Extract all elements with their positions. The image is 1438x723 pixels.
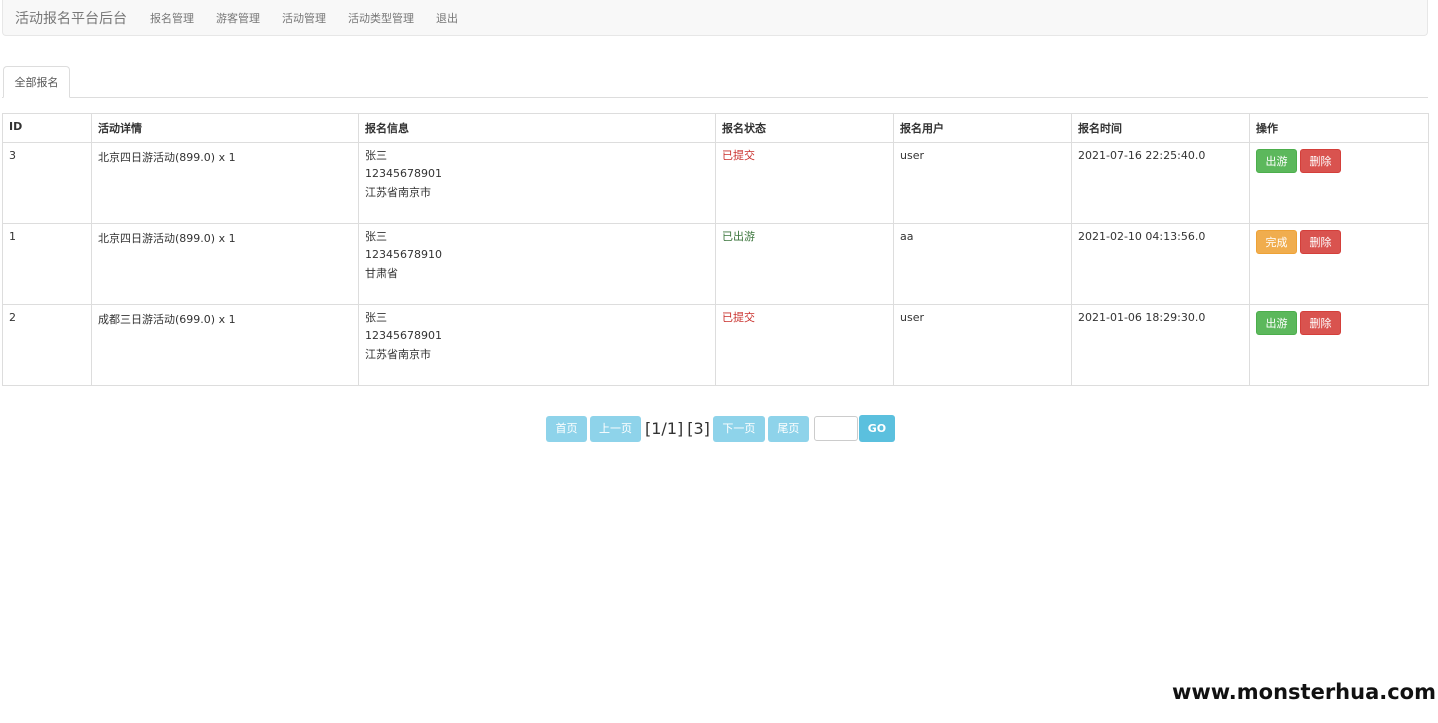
header-info: 报名信息 <box>358 113 716 143</box>
cell-status: 已提交 <box>715 142 894 224</box>
cell-info: 张三 12345678901 江苏省南京市 <box>358 142 716 224</box>
first-page-button[interactable]: 首页 <box>546 415 587 442</box>
nav-item-registration[interactable]: 报名管理 <box>150 10 194 26</box>
brand-title[interactable]: 活动报名平台后台 <box>3 8 127 28</box>
total-count: [3] <box>687 419 710 438</box>
cell-user: user <box>893 142 1072 224</box>
nav-item-activity-types[interactable]: 活动类型管理 <box>348 10 414 26</box>
cell-user: aa <box>893 223 1072 305</box>
cell-activity: 北京四日游活动(899.0) x 1 <box>91 142 359 224</box>
next-page-button[interactable]: 下一页 <box>712 415 765 442</box>
delete-button[interactable]: 删除 <box>1300 311 1341 335</box>
watermark: www.monsterhua.com <box>1171 680 1436 704</box>
table-row: 1 北京四日游活动(899.0) x 1 张三 12345678910 甘肃省 … <box>2 223 1429 305</box>
cell-time: 2021-07-16 22:25:40.0 <box>1071 142 1250 224</box>
table-header-row: ID 活动详情 报名信息 报名状态 报名用户 报名时间 操作 <box>2 113 1429 143</box>
info-phone: 12345678910 <box>365 248 442 261</box>
cell-time: 2021-01-06 18:29:30.0 <box>1071 304 1250 386</box>
nav-item-visitors[interactable]: 游客管理 <box>216 10 260 26</box>
cell-actions: 出游 删除 <box>1249 142 1429 224</box>
header-user: 报名用户 <box>893 113 1072 143</box>
cell-status: 已出游 <box>715 223 894 305</box>
tab-bar: 全部报名 <box>2 66 1428 98</box>
cell-id: 1 <box>2 223 92 305</box>
depart-button[interactable]: 出游 <box>1256 311 1297 335</box>
cell-id: 2 <box>2 304 92 386</box>
cell-actions: 出游 删除 <box>1249 304 1429 386</box>
cell-status: 已提交 <box>715 304 894 386</box>
prev-page-button[interactable]: 上一页 <box>590 415 641 442</box>
cell-activity: 北京四日游活动(899.0) x 1 <box>91 223 359 305</box>
nav-item-activities[interactable]: 活动管理 <box>282 10 326 26</box>
registration-table: ID 活动详情 报名信息 报名状态 报名用户 报名时间 操作 3 北京四日游活动… <box>2 113 1429 386</box>
header-actions: 操作 <box>1249 113 1429 143</box>
last-page-button[interactable]: 尾页 <box>767 415 809 442</box>
cell-time: 2021-02-10 04:13:56.0 <box>1071 223 1250 305</box>
table-row: 2 成都三日游活动(699.0) x 1 张三 12345678901 江苏省南… <box>2 304 1429 386</box>
info-name: 张三 <box>365 149 387 162</box>
delete-button[interactable]: 删除 <box>1300 149 1341 173</box>
go-button[interactable]: GO <box>858 415 895 442</box>
info-address: 甘肃省 <box>365 266 398 280</box>
nav-item-logout[interactable]: 退出 <box>436 10 458 26</box>
info-phone: 12345678901 <box>365 167 442 180</box>
cell-id: 3 <box>2 142 92 224</box>
info-address: 江苏省南京市 <box>365 347 431 361</box>
status-badge: 已出游 <box>722 230 755 243</box>
complete-button[interactable]: 完成 <box>1256 230 1297 254</box>
cell-info: 张三 12345678901 江苏省南京市 <box>358 304 716 386</box>
header-time: 报名时间 <box>1071 113 1250 143</box>
page-info: [1/1] <box>645 419 684 438</box>
pagination: 首页 上一页 [1/1] [3] 下一页 尾页 GO <box>546 415 895 442</box>
cell-activity: 成都三日游活动(699.0) x 1 <box>91 304 359 386</box>
info-name: 张三 <box>365 311 387 324</box>
top-navbar: 活动报名平台后台 报名管理 游客管理 活动管理 活动类型管理 退出 <box>2 0 1428 36</box>
status-badge: 已提交 <box>722 311 755 324</box>
header-id: ID <box>2 113 92 143</box>
header-status: 报名状态 <box>715 113 894 143</box>
cell-actions: 完成 删除 <box>1249 223 1429 305</box>
page-number-input[interactable] <box>813 416 858 441</box>
tab-all-registrations[interactable]: 全部报名 <box>3 66 70 98</box>
depart-button[interactable]: 出游 <box>1256 149 1297 173</box>
info-phone: 12345678901 <box>365 329 442 342</box>
status-badge: 已提交 <box>722 149 755 162</box>
table-row: 3 北京四日游活动(899.0) x 1 张三 12345678901 江苏省南… <box>2 142 1429 224</box>
delete-button[interactable]: 删除 <box>1300 230 1341 254</box>
cell-info: 张三 12345678910 甘肃省 <box>358 223 716 305</box>
cell-user: user <box>893 304 1072 386</box>
info-address: 江苏省南京市 <box>365 185 431 199</box>
header-activity: 活动详情 <box>91 113 359 143</box>
info-name: 张三 <box>365 230 387 243</box>
